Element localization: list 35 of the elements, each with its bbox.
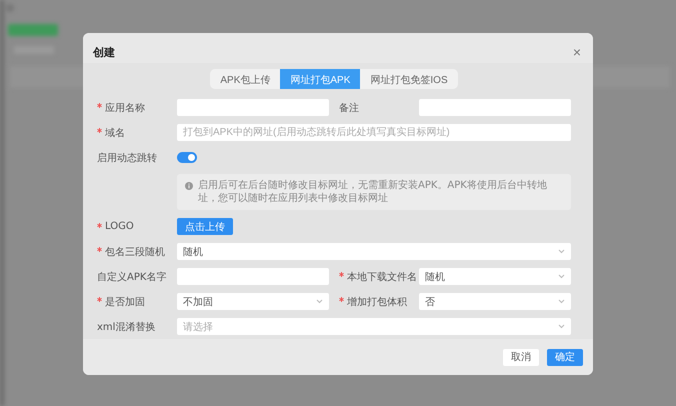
select-field[interactable]: 不加固 (177, 293, 329, 310)
confirm-button[interactable]: 确定 (547, 348, 583, 366)
text-field[interactable] (419, 99, 571, 116)
field-label: 应用名称 (105, 102, 145, 114)
chevron-down-icon (316, 299, 323, 304)
chevron-down-icon (558, 324, 565, 329)
toggle-switch[interactable] (177, 152, 197, 163)
text-field[interactable] (177, 99, 329, 116)
chevron-down-icon (558, 249, 565, 254)
field-label: 备注 (339, 102, 360, 114)
field-label: 域名 (105, 128, 125, 138)
text-field[interactable] (177, 268, 329, 285)
select-field[interactable]: 随机 (419, 268, 571, 285)
field-label: 是否加固 (105, 296, 145, 308)
select-field[interactable]: 否 (419, 293, 571, 310)
chevron-down-icon (558, 274, 565, 279)
field-label: 增加打包体积 (347, 296, 407, 308)
chevron-down-icon (558, 299, 565, 304)
info-text: 启用后可在后台随时修改目标网址，无需重新安装APK。APK将使用后台中转地址，您可以随时在应用列表中修改目标网址 (198, 179, 548, 205)
field-label: 启用动态跳转 (97, 152, 158, 164)
dialog-title: 创建 (93, 44, 115, 60)
tab[interactable]: 网址打包免签IOS (360, 69, 458, 89)
field-label: 本地下载文件名 (347, 272, 417, 282)
tab[interactable]: 网址打包APK (280, 69, 360, 89)
info-icon (185, 182, 193, 190)
field-label: 包名三段随机 (105, 246, 165, 258)
upload-button[interactable]: 点击上传 (177, 218, 233, 235)
close-button[interactable]: × (572, 44, 581, 60)
field-label: LOGO (105, 221, 134, 232)
field-label: 自定义APK名字 (97, 270, 168, 284)
select-field[interactable]: 随机 (177, 243, 571, 260)
field-label: xml混淆替换 (97, 320, 156, 334)
cancel-button[interactable]: 取消 (503, 348, 539, 366)
tab[interactable]: APK包上传 (210, 69, 280, 89)
text-field[interactable]: 打包到APK中的网址(启用动态跳转后此处填写真实目标网址) (177, 124, 571, 141)
